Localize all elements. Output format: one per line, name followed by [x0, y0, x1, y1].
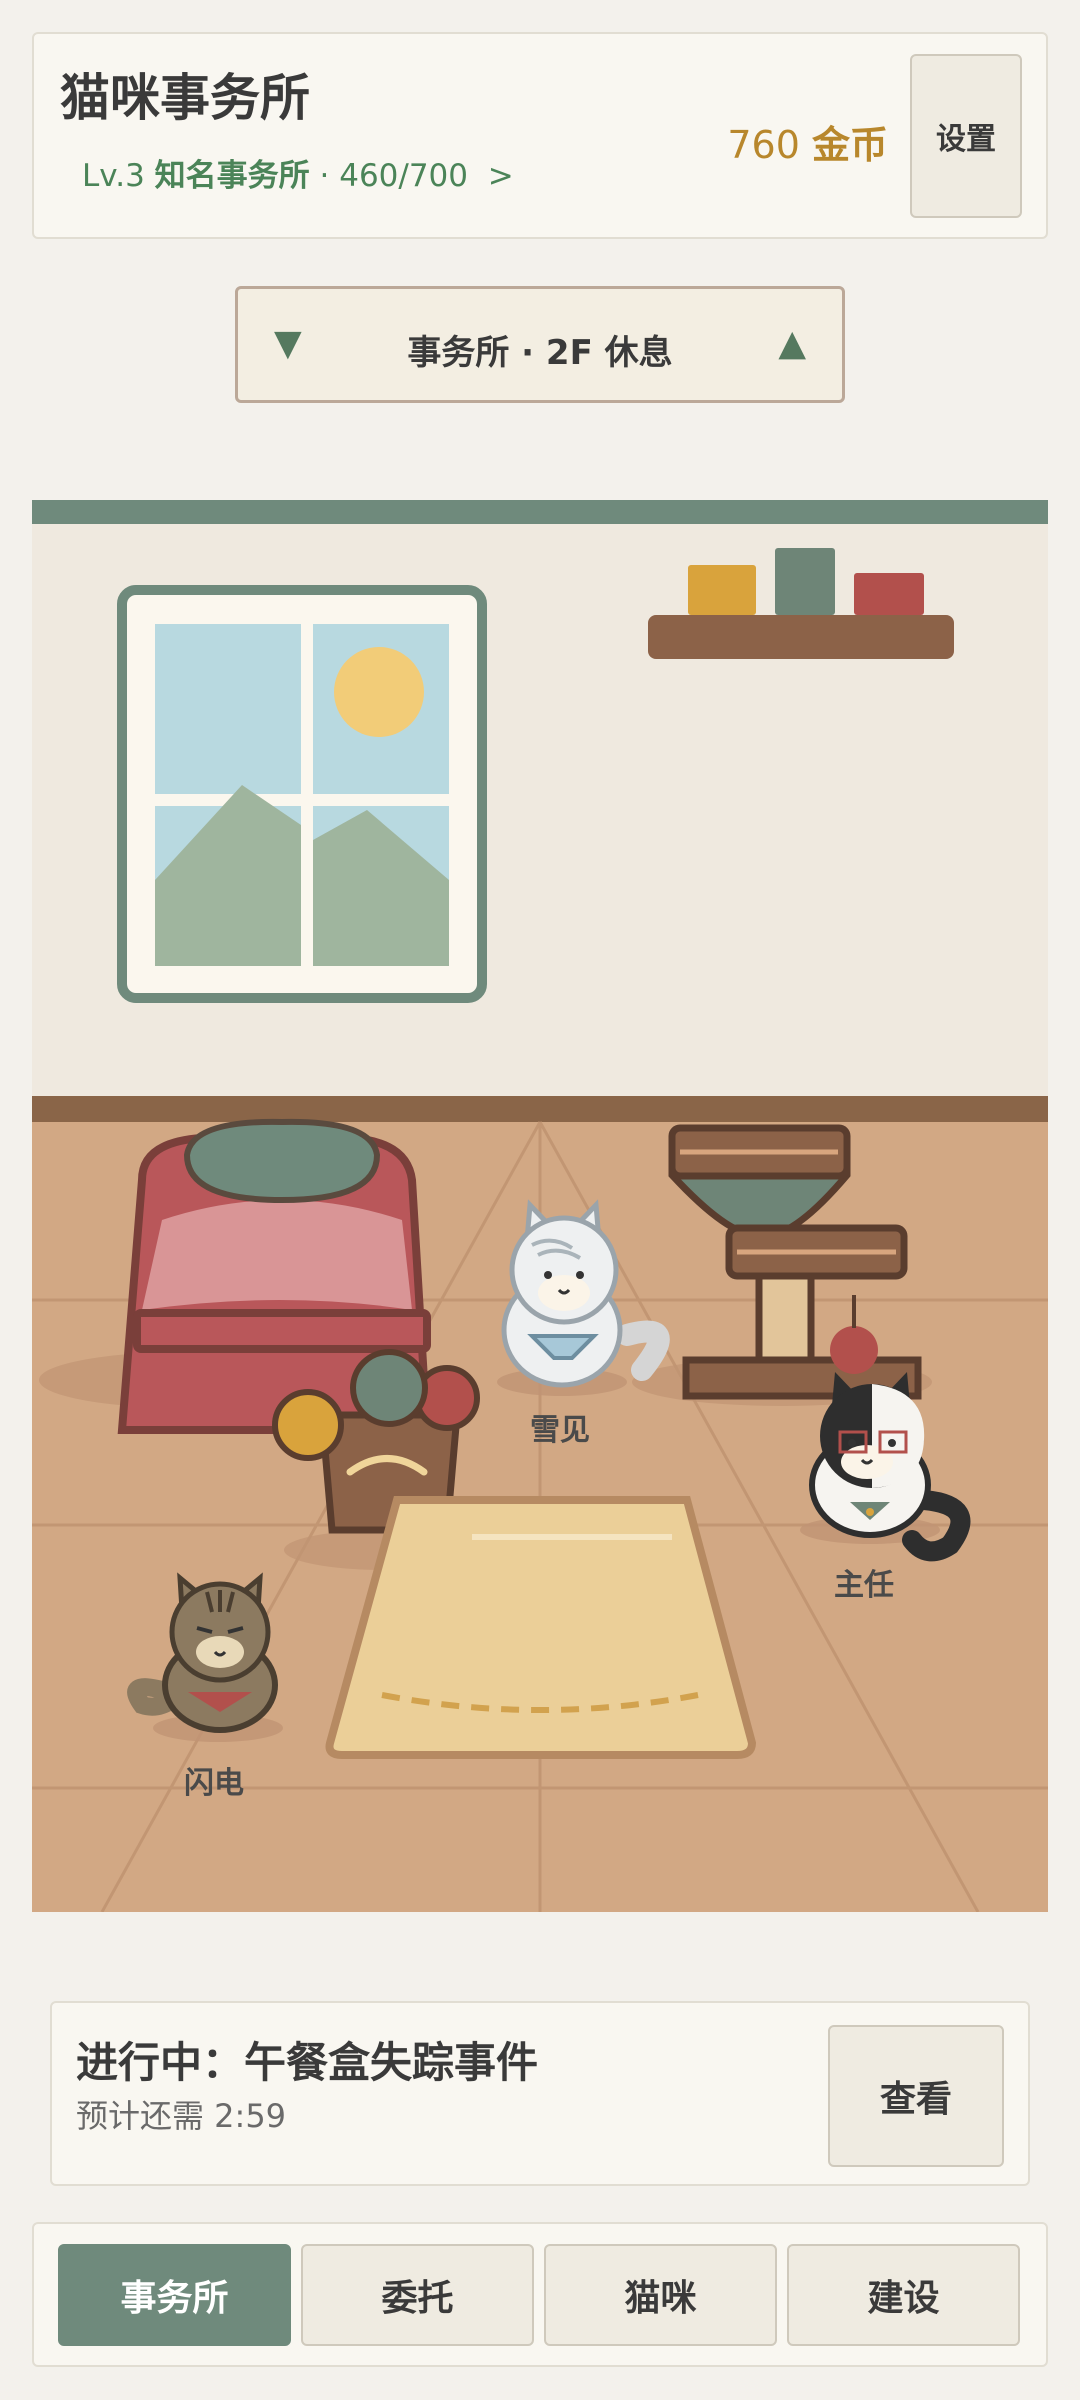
level-arrow-icon: > — [487, 158, 514, 194]
office-level[interactable]: Lv.3 知名事务所 · 460/700 > — [82, 150, 514, 195]
bottom-nav: 事务所 委托 猫咪 建设 — [32, 2222, 1048, 2367]
task-title: 进行中：午餐盒失踪事件 — [76, 2038, 539, 2087]
level-prefix: Lv.3 — [82, 158, 155, 194]
header-card: 猫咪事务所 Lv.3 知名事务所 · 460/700 > 760 金币 设置 — [32, 32, 1048, 239]
cat-name-zhuren: 主任 — [834, 1568, 894, 1603]
sun-icon — [334, 647, 424, 737]
floor-label: 事务所 · 2F 休息 — [407, 333, 673, 373]
level-progress: · 460/700 — [309, 158, 469, 194]
cat-name-shandian: 闪电 — [184, 1766, 244, 1801]
rug — [325, 1496, 757, 1759]
settings-button[interactable]: 设置 — [910, 54, 1022, 218]
tab-office[interactable]: 事务所 — [58, 2244, 291, 2346]
coin-counter: 760 金币 — [727, 114, 888, 169]
game-title: 猫咪事务所 — [60, 69, 310, 127]
tab-commission[interactable]: 委托 — [301, 2244, 534, 2346]
wall-trim — [32, 500, 1048, 524]
floor-up-icon[interactable]: ▲ — [778, 323, 806, 364]
baseboard — [32, 1096, 1048, 1122]
active-task-card: 进行中：午餐盒失踪事件 预计还需 2:59 查看 — [50, 2001, 1030, 2186]
coin-value: 760 — [727, 123, 800, 167]
task-eta: 预计还需 2:59 — [76, 2097, 287, 2135]
window — [117, 585, 487, 1003]
office-room-scene: 雪见 主任 闪电 — [32, 500, 1048, 1912]
tab-build[interactable]: 建设 — [787, 2244, 1020, 2346]
game-screen: 猫咪事务所 Lv.3 知名事务所 · 460/700 > 760 金币 设置 ▼… — [0, 0, 1080, 2400]
view-task-button[interactable]: 查看 — [828, 2025, 1004, 2167]
cat-name-xuejian: 雪见 — [530, 1413, 590, 1448]
level-rank: 知名事务所 — [154, 158, 310, 194]
tab-cats[interactable]: 猫咪 — [544, 2244, 777, 2346]
room-illustration — [32, 500, 1048, 1912]
coin-unit: 金币 — [811, 123, 888, 167]
floor-selector: ▼ 事务所 · 2F 休息 ▲ — [235, 286, 845, 403]
